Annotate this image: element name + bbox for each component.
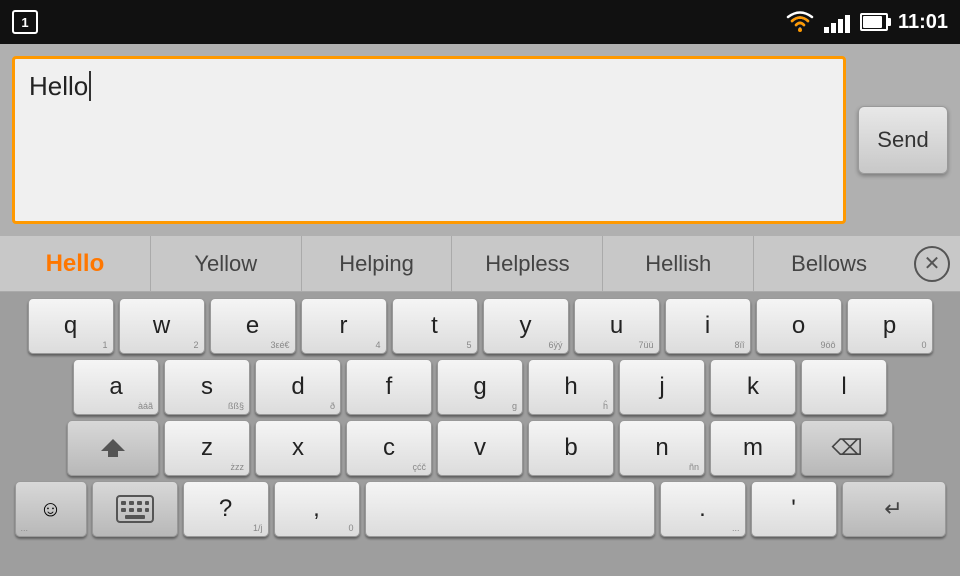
key-k[interactable]: k — [710, 359, 796, 415]
input-text: Hello — [29, 71, 88, 102]
keyboard-icon — [116, 495, 154, 523]
key-b[interactable]: b — [528, 420, 614, 476]
keyboard-row-2: aàáã sßß§ dð f gg hĥ j k l — [4, 359, 956, 415]
backspace-key[interactable]: ⌫ — [801, 420, 893, 476]
close-circle-icon: ✕ — [914, 246, 950, 282]
key-i[interactable]: i8ïî — [665, 298, 751, 354]
status-left: 1 — [12, 10, 38, 34]
enter-icon: ↵ — [884, 496, 902, 522]
suggestion-3[interactable]: Helpless — [452, 236, 603, 291]
battery-icon — [860, 13, 888, 31]
key-g[interactable]: gg — [437, 359, 523, 415]
key-p[interactable]: p0 — [847, 298, 933, 354]
key-z[interactable]: zżzz — [164, 420, 250, 476]
suggestion-close-button[interactable]: ✕ — [904, 236, 960, 292]
key-a[interactable]: aàáã — [73, 359, 159, 415]
text-cursor — [89, 71, 91, 101]
key-e[interactable]: e3εé€ — [210, 298, 296, 354]
backspace-icon: ⌫ — [831, 435, 862, 461]
key-question[interactable]: ?1/j — [183, 481, 269, 537]
keyboard-switch-key[interactable] — [92, 481, 178, 537]
suggestion-1[interactable]: Yellow — [151, 236, 302, 291]
key-l[interactable]: l — [801, 359, 887, 415]
key-t[interactable]: t5 — [392, 298, 478, 354]
key-u[interactable]: u7üü — [574, 298, 660, 354]
space-key[interactable] — [365, 481, 655, 537]
suggestions-bar: Hello Yellow Helping Helpless Hellish Be… — [0, 236, 960, 292]
key-o[interactable]: o9öô — [756, 298, 842, 354]
enter-key[interactable]: ↵ — [842, 481, 946, 537]
shift-arrow-icon — [99, 436, 127, 460]
key-w[interactable]: w2 — [119, 298, 205, 354]
key-j[interactable]: j — [619, 359, 705, 415]
key-r[interactable]: r4 — [301, 298, 387, 354]
shift-key[interactable] — [67, 420, 159, 476]
status-right: 11:01 — [786, 11, 948, 34]
signal-icon — [824, 11, 850, 33]
key-d[interactable]: dð — [255, 359, 341, 415]
notification-badge: 1 — [12, 10, 38, 34]
suggestion-0[interactable]: Hello — [0, 236, 151, 291]
main-input-area: Hello Send — [0, 44, 960, 236]
status-bar: 1 11:01 — [0, 0, 960, 44]
key-m[interactable]: m — [710, 420, 796, 476]
key-c[interactable]: cçćč — [346, 420, 432, 476]
key-apostrophe[interactable]: ' — [751, 481, 837, 537]
emoji-icon: ☺ — [39, 496, 61, 522]
status-time: 11:01 — [898, 11, 948, 34]
key-x[interactable]: x — [255, 420, 341, 476]
text-input-box[interactable]: Hello — [12, 56, 846, 224]
emoji-key[interactable]: ☺ ... — [15, 481, 87, 537]
key-n[interactable]: nñn — [619, 420, 705, 476]
key-v[interactable]: v — [437, 420, 523, 476]
key-comma[interactable]: ,0 — [274, 481, 360, 537]
key-period[interactable]: .... — [660, 481, 746, 537]
suggestion-2[interactable]: Helping — [302, 236, 453, 291]
keyboard: q1 w2 e3εé€ r4 t5 y6ÿý u7üü i8ïî o9öô p0… — [0, 292, 960, 576]
key-q[interactable]: q1 — [28, 298, 114, 354]
keyboard-row-4: ☺ ... ?1/j ,0 .... — [4, 481, 956, 537]
notification-number: 1 — [21, 15, 28, 30]
suggestion-5[interactable]: Bellows — [754, 236, 904, 291]
key-h[interactable]: hĥ — [528, 359, 614, 415]
key-s[interactable]: sßß§ — [164, 359, 250, 415]
keyboard-row-1: q1 w2 e3εé€ r4 t5 y6ÿý u7üü i8ïî o9öô p0 — [4, 298, 956, 354]
suggestion-4[interactable]: Hellish — [603, 236, 754, 291]
wifi-icon — [786, 11, 814, 33]
key-f[interactable]: f — [346, 359, 432, 415]
send-button[interactable]: Send — [858, 106, 948, 174]
key-y[interactable]: y6ÿý — [483, 298, 569, 354]
keyboard-row-3: zżzz x cçćč v b nñn m ⌫ — [4, 420, 956, 476]
